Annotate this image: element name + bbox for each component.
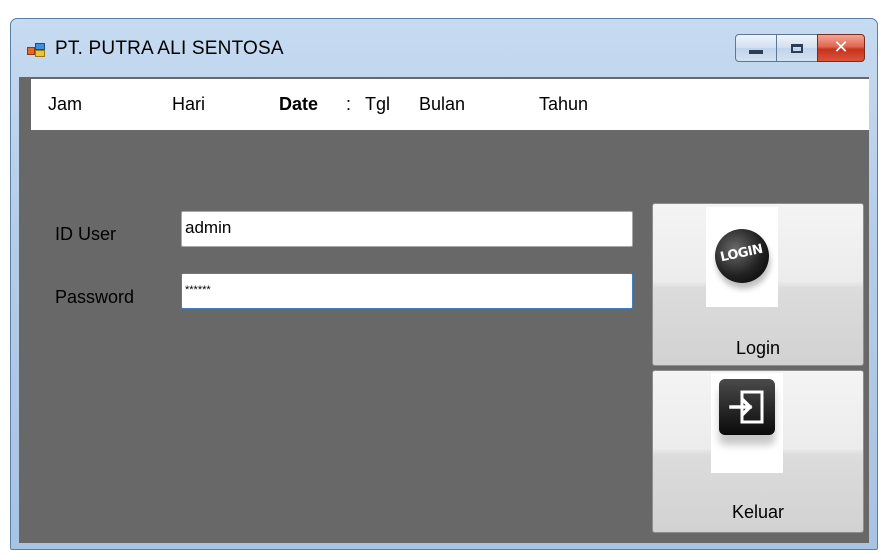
login-button-label: Login xyxy=(735,338,781,358)
app-icon[interactable] xyxy=(27,43,45,57)
login-icon: LOGIN xyxy=(709,223,775,289)
jam-label: Jam xyxy=(48,94,83,114)
window-title: PT. PUTRA ALI SENTOSA xyxy=(55,38,284,59)
exit-image xyxy=(711,373,783,473)
id-user-label: ID User xyxy=(55,224,117,244)
close-icon: ✕ xyxy=(833,37,849,58)
date-separator: : xyxy=(346,94,352,114)
login-image: LOGIN xyxy=(706,207,778,307)
date-time-bar: Jam Hari Date : Tgl Bulan Tahun xyxy=(31,79,869,130)
password-value: ****** xyxy=(185,284,211,296)
minimize-icon xyxy=(749,50,763,54)
hari-label: Hari xyxy=(172,94,206,114)
minimize-button[interactable] xyxy=(735,34,777,62)
id-user-value: admin xyxy=(185,218,232,237)
login-window: PT. PUTRA ALI SENTOSA ✕ Jam Hari Date : … xyxy=(10,18,878,550)
client-area: Jam Hari Date : Tgl Bulan Tahun ID User … xyxy=(19,77,869,543)
maximize-icon xyxy=(791,43,803,53)
password-input[interactable]: ****** xyxy=(181,273,633,309)
id-user-input[interactable]: admin xyxy=(181,211,633,247)
tgl-label: Tgl xyxy=(365,94,391,114)
password-label: Password xyxy=(55,287,135,307)
window-controls: ✕ xyxy=(735,34,865,64)
title-bar[interactable]: PT. PUTRA ALI SENTOSA ✕ xyxy=(11,19,877,77)
exit-button-label: Keluar xyxy=(731,502,785,522)
date-label: Date xyxy=(279,94,319,114)
maximize-button[interactable] xyxy=(776,34,818,62)
tahun-label: Tahun xyxy=(539,94,589,114)
exit-button[interactable]: Keluar xyxy=(652,370,864,533)
close-button[interactable]: ✕ xyxy=(817,34,865,62)
login-button[interactable]: LOGIN Login xyxy=(652,203,864,366)
bulan-label: Bulan xyxy=(419,94,466,114)
exit-icon xyxy=(719,379,775,435)
